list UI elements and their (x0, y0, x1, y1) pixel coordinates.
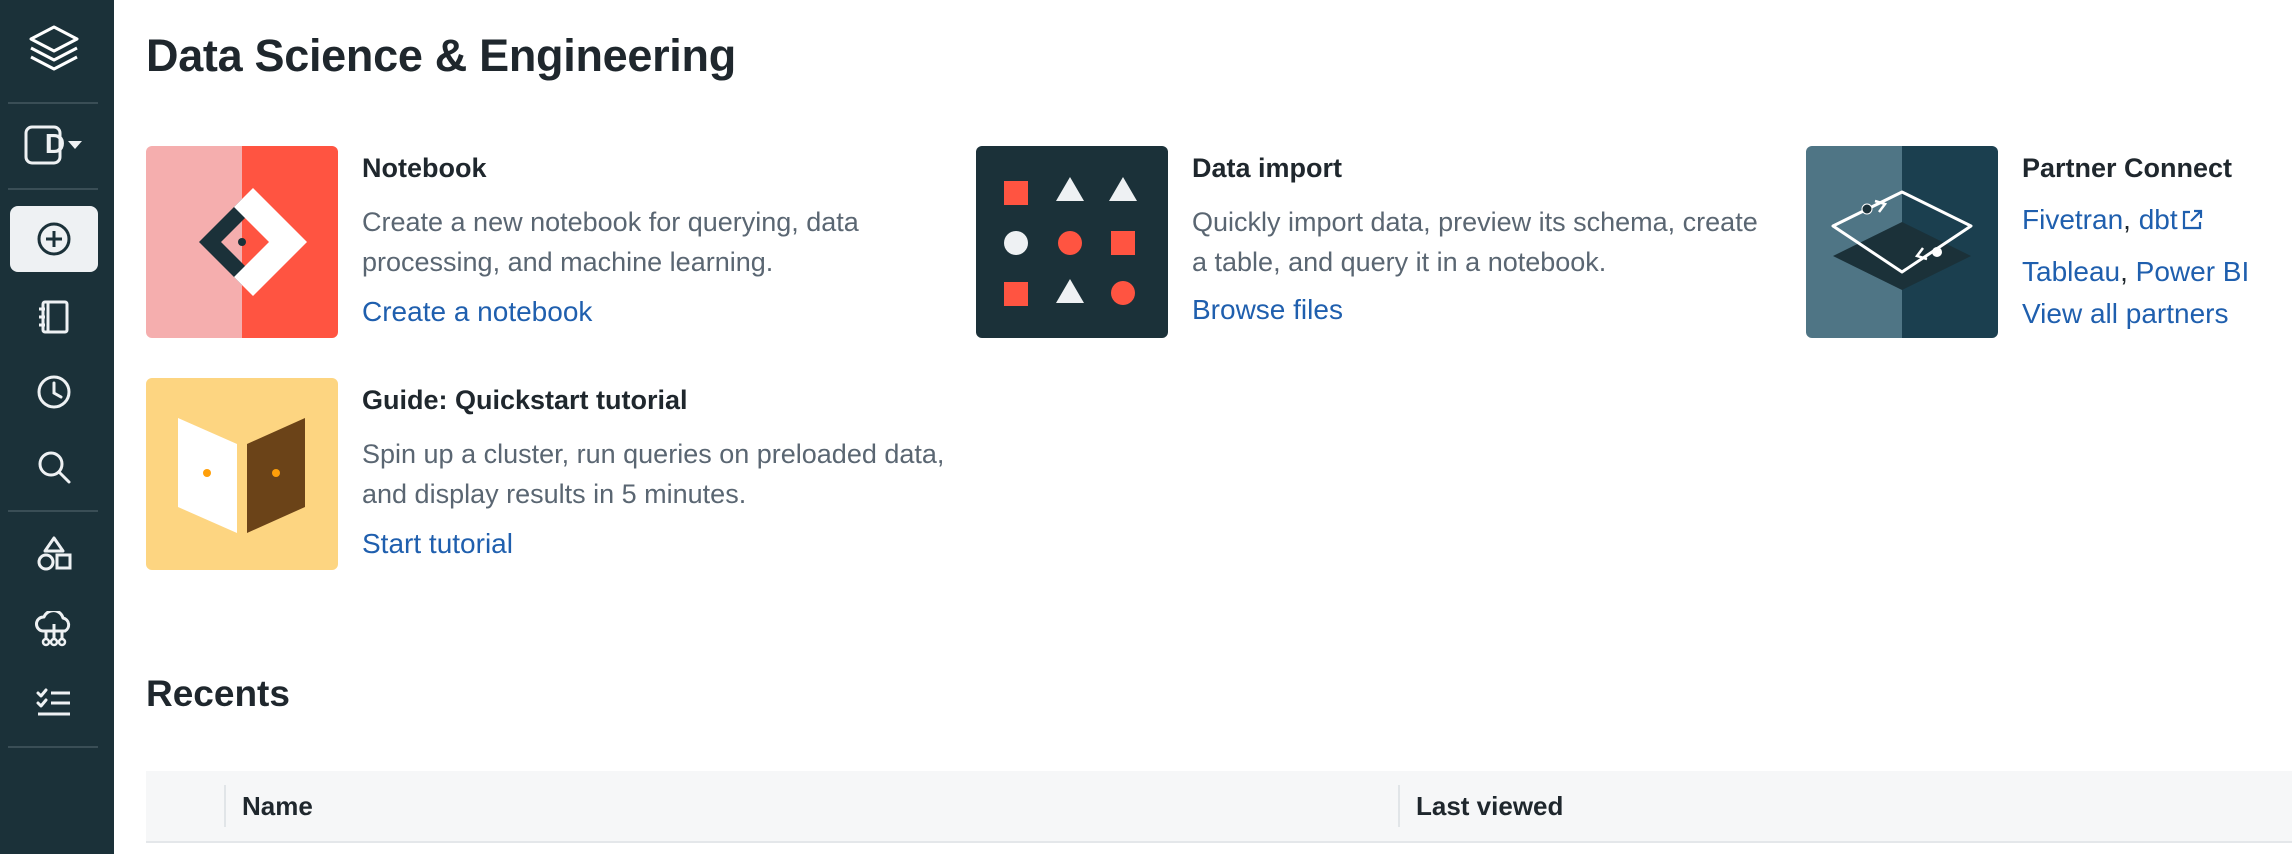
partner-line-2: Tableau, Power BI (2022, 246, 2292, 298)
sidebar-divider (8, 188, 98, 190)
sidebar: D (0, 0, 114, 854)
sidebar-item-recents[interactable] (10, 359, 98, 425)
workflows-checklist-icon (36, 688, 70, 716)
card-title: Guide: Quickstart tutorial (362, 385, 688, 415)
dbt-link[interactable]: dbt (2139, 204, 2178, 235)
card-description: Create a new notebook for querying, data… (362, 207, 859, 277)
partner-connect-card: Partner Connect Fivetran, dbt Tableau, P… (1806, 146, 2292, 338)
recents-clock-icon (37, 375, 71, 409)
sidebar-item-create[interactable] (10, 206, 98, 272)
column-divider (1398, 785, 1400, 827)
home-logo-button[interactable] (10, 17, 98, 83)
persona-letter: D (44, 128, 66, 159)
card-title: Data import (1192, 153, 1343, 183)
recents-title: Recents (146, 673, 290, 714)
partner-connect-illustration (1806, 146, 1998, 338)
search-icon (38, 451, 71, 484)
data-shapes-grid-icon (976, 146, 1168, 338)
notebook-diamond-icon (146, 146, 338, 338)
create-plus-icon (37, 222, 71, 256)
card-description: Quickly import data, preview its schema,… (1192, 207, 1758, 277)
card-title: Partner Connect (2022, 153, 2233, 183)
browse-files-link[interactable]: Browse files (1192, 294, 1343, 326)
comma-separator: , (2123, 204, 2139, 235)
partner-line-1: Fivetran, dbt (2022, 194, 2292, 246)
partner-links: Fivetran, dbt Tableau, Power BI (2022, 194, 2292, 298)
persona-switcher[interactable]: D (10, 112, 98, 178)
sidebar-divider (8, 510, 98, 512)
workspace-notebook-icon (39, 300, 69, 334)
sidebar-item-workflows[interactable] (10, 671, 98, 737)
sidebar-divider (8, 102, 98, 104)
tableau-link[interactable]: Tableau (2022, 256, 2120, 287)
sidebar-divider (8, 746, 98, 748)
sidebar-item-search[interactable] (10, 434, 98, 500)
book-door-icon (146, 378, 338, 570)
layers-logo-icon (29, 25, 79, 71)
notebook-card: Notebook Create a new notebook for query… (146, 146, 946, 338)
external-link-icon (2182, 209, 2202, 230)
comma-separator: , (2120, 256, 2136, 287)
data-import-card: Data import Quickly import data, preview… (976, 146, 1776, 338)
partner-connect-icon (1806, 146, 1998, 338)
view-all-partners-link[interactable]: View all partners (2022, 298, 2228, 330)
power-bi-link[interactable]: Power BI (2136, 256, 2250, 287)
start-tutorial-link[interactable]: Start tutorial (362, 528, 513, 560)
create-notebook-link[interactable]: Create a notebook (362, 296, 592, 328)
guide-illustration (146, 378, 338, 570)
column-header-last-viewed[interactable]: Last viewed (1416, 771, 1563, 841)
fivetran-link[interactable]: Fivetran (2022, 204, 2123, 235)
column-header-name[interactable]: Name (242, 771, 313, 841)
sidebar-item-data[interactable] (10, 520, 98, 586)
sidebar-item-compute[interactable] (10, 596, 98, 662)
compute-cloud-icon (35, 611, 71, 647)
shapes-data-icon (37, 536, 72, 571)
sidebar-item-workspace[interactable] (10, 284, 98, 350)
guide-card: Guide: Quickstart tutorial Spin up a clu… (146, 378, 946, 570)
notebook-illustration (146, 146, 338, 338)
card-description: Spin up a cluster, run queries on preloa… (362, 439, 945, 509)
card-title: Notebook (362, 153, 487, 183)
main-content: Data Science & Engineering Notebook Crea… (114, 0, 2292, 854)
data-import-illustration (976, 146, 1168, 338)
column-divider (224, 785, 226, 827)
recents-table-header: Name Last viewed (146, 771, 2292, 843)
page-title: Data Science & Engineering (146, 30, 736, 81)
